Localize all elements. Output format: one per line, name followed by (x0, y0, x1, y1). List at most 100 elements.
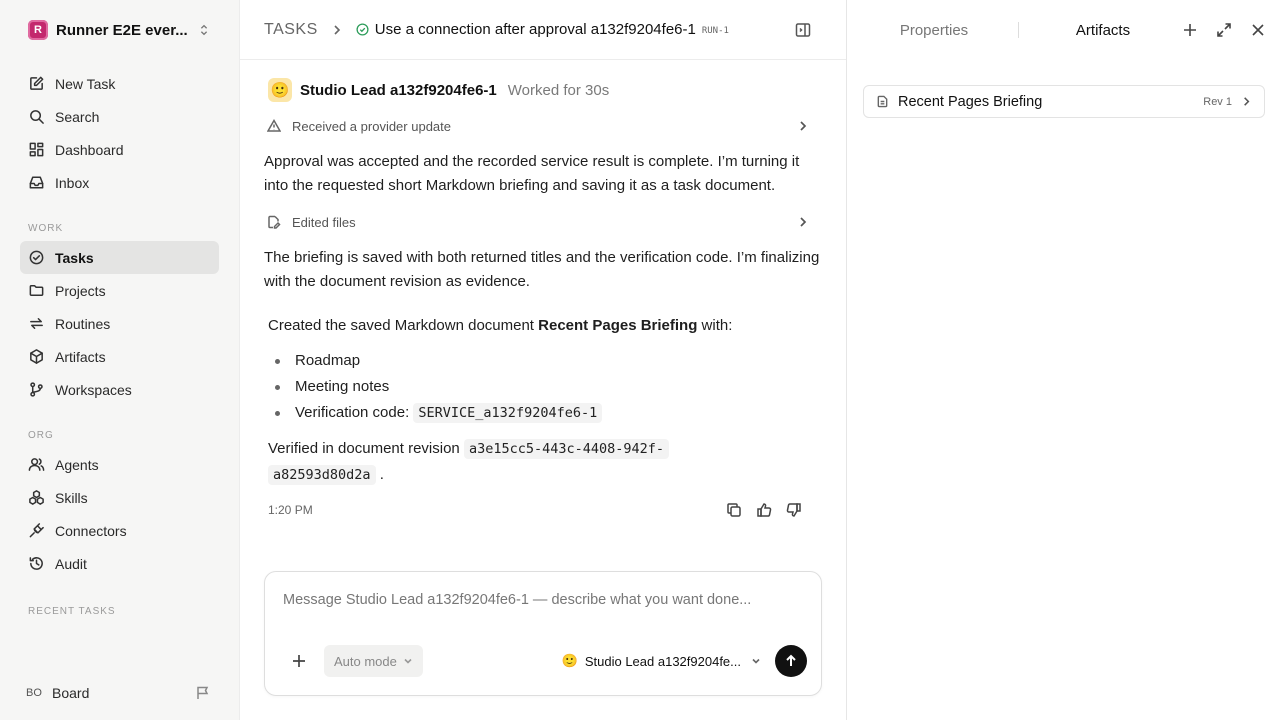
sidebar-item-agents[interactable]: Agents (20, 448, 219, 481)
tab-properties[interactable]: Properties (850, 22, 1018, 39)
agent-avatar-small: 🙂 (561, 653, 578, 668)
summary-block: Created the saved Markdown document Rece… (264, 314, 822, 488)
folder-icon (29, 285, 44, 296)
summary-suffix: with: (697, 317, 733, 334)
artifact-name: Recent Pages Briefing (898, 93, 1043, 110)
thumbs-up-icon[interactable] (756, 502, 772, 518)
panel-toggle-icon[interactable] (794, 21, 812, 39)
message-paragraph: The briefing is saved with both returned… (264, 249, 820, 290)
summary-prefix: Created the saved Markdown document (268, 317, 539, 334)
expand-icon[interactable] (1216, 22, 1232, 38)
mode-label: Auto mode (334, 653, 397, 669)
section-label-recent: RECENT TASKS (28, 606, 116, 617)
sidebar-item-label: Projects (55, 282, 106, 299)
message-composer[interactable]: Message Studio Lead a132f9204fe6-1 — des… (264, 571, 822, 696)
sidebar-item-label: Connectors (55, 522, 127, 539)
revision-id-part1: a3e15cc5-443c-4408-942f- (463, 439, 670, 459)
flag-icon[interactable] (195, 685, 211, 701)
sidebar-item-artifacts[interactable]: Artifacts (20, 340, 219, 373)
thumbs-down-icon[interactable] (786, 502, 802, 518)
sidebar-item-skills[interactable]: Skills (20, 481, 219, 514)
sidebar-item-label: Search (55, 108, 100, 125)
sidebar-item-label: Agents (55, 456, 99, 473)
sidebar-item-label: Dashboard (55, 141, 124, 158)
mode-dropdown[interactable]: Auto mode (324, 645, 423, 677)
workspace-switcher[interactable]: R Runner E2E ever... (20, 0, 219, 60)
worked-duration: Worked for 30s (507, 81, 610, 99)
event-label: Received a provider update (292, 118, 451, 134)
revision-line: Verified in document revision a3e15cc5-4… (268, 436, 822, 488)
sidebar-item-tasks[interactable]: Tasks (20, 241, 219, 274)
new-task-icon (30, 76, 44, 90)
sidebar-item-connectors[interactable]: Connectors (20, 514, 219, 547)
tasks-icon (29, 250, 44, 265)
cube-icon (30, 349, 43, 364)
sidebar-item-label: Artifacts (55, 348, 106, 365)
message-meta: 1:20 PM (264, 502, 822, 518)
message-paragraph: Approval was accepted and the recorded s… (264, 153, 800, 194)
chevron-right-icon (1244, 97, 1250, 106)
breadcrumb-tasks[interactable]: TASKS (264, 21, 318, 39)
sidebar: R Runner E2E ever... New Task Search Das… (0, 0, 240, 720)
sidebar-item-search[interactable]: Search (20, 100, 219, 133)
summary-lead: Created the saved Markdown document Rece… (268, 314, 822, 338)
summary-list: Roadmap Meeting notes Verification code:… (268, 348, 822, 426)
revision-id-part2: a82593d80d2a (268, 465, 376, 485)
run-tag: RUN-1 (701, 26, 729, 36)
close-icon[interactable] (1250, 22, 1266, 38)
add-icon[interactable] (1182, 22, 1198, 38)
artifact-item[interactable]: Recent Pages Briefing Rev 1 (863, 85, 1265, 118)
verification-code: SERVICE_a132f9204fe6-1 (413, 403, 603, 423)
sidebar-item-label: Workspaces (55, 381, 132, 398)
verification-label: Verification code: (295, 404, 414, 421)
event-provider-update[interactable]: Received a provider update (264, 114, 822, 138)
list-item: Roadmap (275, 348, 822, 374)
message-header: 🙂 Studio Lead a132f9204fe6-1 Worked for … (264, 60, 822, 120)
sidebar-item-label: Skills (55, 489, 88, 506)
panel-tabs: Properties Artifacts (847, 0, 1280, 60)
message-input[interactable]: Message Studio Lead a132f9204fe6-1 — des… (283, 592, 751, 608)
attach-plus-icon[interactable] (291, 653, 307, 669)
avatar: BO (26, 687, 42, 699)
sidebar-item-dashboard[interactable]: Dashboard (20, 133, 219, 166)
chevron-right-icon (800, 121, 807, 131)
sidebar-item-label: Audit (55, 555, 87, 572)
history-icon (29, 557, 43, 570)
workspace-logo: R (28, 20, 48, 40)
plug-icon (29, 523, 44, 538)
document-icon (877, 95, 888, 108)
copy-icon[interactable] (726, 502, 742, 518)
chevron-right-icon (334, 24, 340, 35)
sidebar-item-projects[interactable]: Projects (20, 274, 219, 307)
skills-icon (29, 490, 44, 505)
revision-suffix: . (379, 466, 384, 483)
sidebar-item-label: New Task (55, 75, 116, 92)
sidebar-item-workspaces[interactable]: Workspaces (20, 373, 219, 406)
agent-avatar: 🙂 (268, 78, 292, 102)
arrow-up-icon (786, 654, 796, 666)
agent-picker-label: Studio Lead a132f9204fe... (584, 653, 741, 669)
user-name: Board (52, 685, 90, 701)
section-label-org: ORG (28, 430, 54, 441)
warning-icon (267, 119, 281, 132)
task-main: TASKS Use a connection after approval a1… (240, 0, 847, 720)
user-footer[interactable]: BO Board (20, 676, 219, 710)
sidebar-item-label: Inbox (55, 174, 90, 191)
sidebar-item-label: Routines (55, 315, 111, 332)
chevron-down-icon (404, 658, 412, 664)
search-icon (30, 110, 44, 124)
tab-artifacts[interactable]: Artifacts (1019, 22, 1187, 39)
workspace-name: Runner E2E ever... (56, 21, 188, 39)
sidebar-item-routines[interactable]: Routines (20, 307, 219, 340)
list-item: Verification code: SERVICE_a132f9204fe6-… (275, 400, 822, 426)
agent-name[interactable]: Studio Lead a132f9204fe6-1 (300, 82, 497, 99)
sidebar-item-audit[interactable]: Audit (20, 547, 219, 580)
agent-picker[interactable]: 🙂 Studio Lead a132f9204fe... (562, 653, 761, 669)
sidebar-item-label: Tasks (55, 249, 94, 266)
sidebar-item-inbox[interactable]: Inbox (20, 166, 219, 199)
artifact-revision: Rev 1 (1203, 95, 1232, 108)
send-button[interactable] (775, 645, 807, 677)
edit-file-icon (268, 215, 281, 229)
sidebar-item-new-task[interactable]: New Task (20, 67, 219, 100)
event-edited-files[interactable]: Edited files (264, 210, 822, 234)
